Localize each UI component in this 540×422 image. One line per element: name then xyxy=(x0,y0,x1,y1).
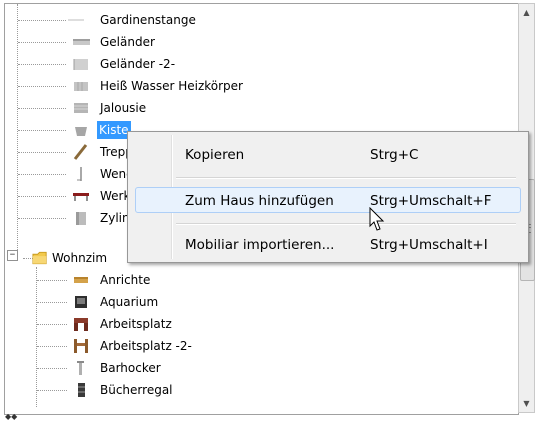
tree-branch xyxy=(18,42,66,43)
tree-item-label: Gardinenstange xyxy=(100,13,196,27)
tree-branch xyxy=(37,390,67,391)
folder-icon xyxy=(32,251,47,265)
curtain-rod-icon xyxy=(68,19,84,21)
menu-separator xyxy=(176,223,516,225)
tree-folder-label: Wohnzim xyxy=(52,251,108,265)
menu-item-shortcut: Strg+Umschalt+I xyxy=(370,237,488,253)
context-menu: Kopieren Strg+C Zum Haus hinzufügen Strg… xyxy=(127,131,529,263)
tree-item-label: Aquarium xyxy=(100,295,159,309)
menu-item-copy[interactable]: Kopieren Strg+C xyxy=(135,142,521,168)
sideboard-icon xyxy=(74,277,88,283)
menu-item-shortcut: Strg+C xyxy=(370,147,419,163)
tree-item-label: Anrichte xyxy=(100,273,151,287)
blind-icon xyxy=(74,103,88,113)
railing-icon xyxy=(73,39,90,45)
tree-branch xyxy=(18,20,66,21)
resize-grip-icon[interactable]: ◆◆ xyxy=(5,413,17,421)
tree-item-label: Arbeitsplatz xyxy=(100,317,172,331)
tree-item-label: Geländer xyxy=(100,35,155,49)
bar-stool-icon xyxy=(77,361,84,375)
crate-icon xyxy=(75,127,87,136)
tree-item-label: Heiß Wasser Heizkörper xyxy=(100,79,243,93)
tree-branch xyxy=(18,218,66,219)
tree-branch xyxy=(18,86,66,87)
aquarium-icon xyxy=(75,296,87,308)
scroll-up-arrow-icon[interactable]: ▲ xyxy=(519,4,534,21)
tree-guide-line xyxy=(36,267,37,407)
tree-item-label: Jalousie xyxy=(100,101,147,115)
menu-separator xyxy=(176,177,516,179)
tree-branch xyxy=(18,196,66,197)
tree-branch xyxy=(37,280,67,281)
bookshelf-icon xyxy=(78,383,85,397)
spiral-stairs-icon xyxy=(77,167,82,181)
menu-item-add-to-house[interactable]: Zum Haus hinzufügen Strg+Umschalt+F xyxy=(135,187,521,213)
tree-item-label: Geländer -2- xyxy=(100,57,176,71)
tree-item-label: Arbeitsplatz -2- xyxy=(100,339,192,353)
tree-branch xyxy=(37,368,67,369)
tree-branch xyxy=(18,108,66,109)
tree-branch xyxy=(18,64,66,65)
tree-branch xyxy=(37,324,67,325)
desk-icon xyxy=(74,339,88,353)
collapse-expander-icon[interactable]: − xyxy=(7,250,18,261)
mouse-cursor-icon xyxy=(369,207,385,231)
menu-item-import-furniture[interactable]: Mobiliar importieren... Strg+Umschalt+I xyxy=(135,232,521,258)
tree-item-label: Barhocker xyxy=(100,361,161,375)
stairs-icon xyxy=(73,144,88,160)
menu-item-shortcut: Strg+Umschalt+F xyxy=(370,193,492,209)
tree-branch xyxy=(18,152,66,153)
tree-branch xyxy=(37,302,67,303)
menu-item-label: Zum Haus hinzufügen xyxy=(185,193,334,209)
tree-branch xyxy=(37,346,67,347)
cylinder-icon xyxy=(76,212,86,225)
menu-item-label: Kopieren xyxy=(185,147,245,163)
tree-item-label: Bücherregal xyxy=(100,383,173,397)
tree-branch xyxy=(18,130,66,131)
tree-item-label: Kiste xyxy=(97,121,131,139)
tree-branch xyxy=(18,174,66,175)
railing-icon xyxy=(73,59,88,70)
workbench-icon xyxy=(73,193,89,201)
radiator-icon xyxy=(74,82,88,91)
menu-item-label: Mobiliar importieren... xyxy=(185,237,335,253)
desk-icon xyxy=(74,318,88,331)
scroll-down-arrow-icon[interactable]: ▼ xyxy=(519,395,534,412)
